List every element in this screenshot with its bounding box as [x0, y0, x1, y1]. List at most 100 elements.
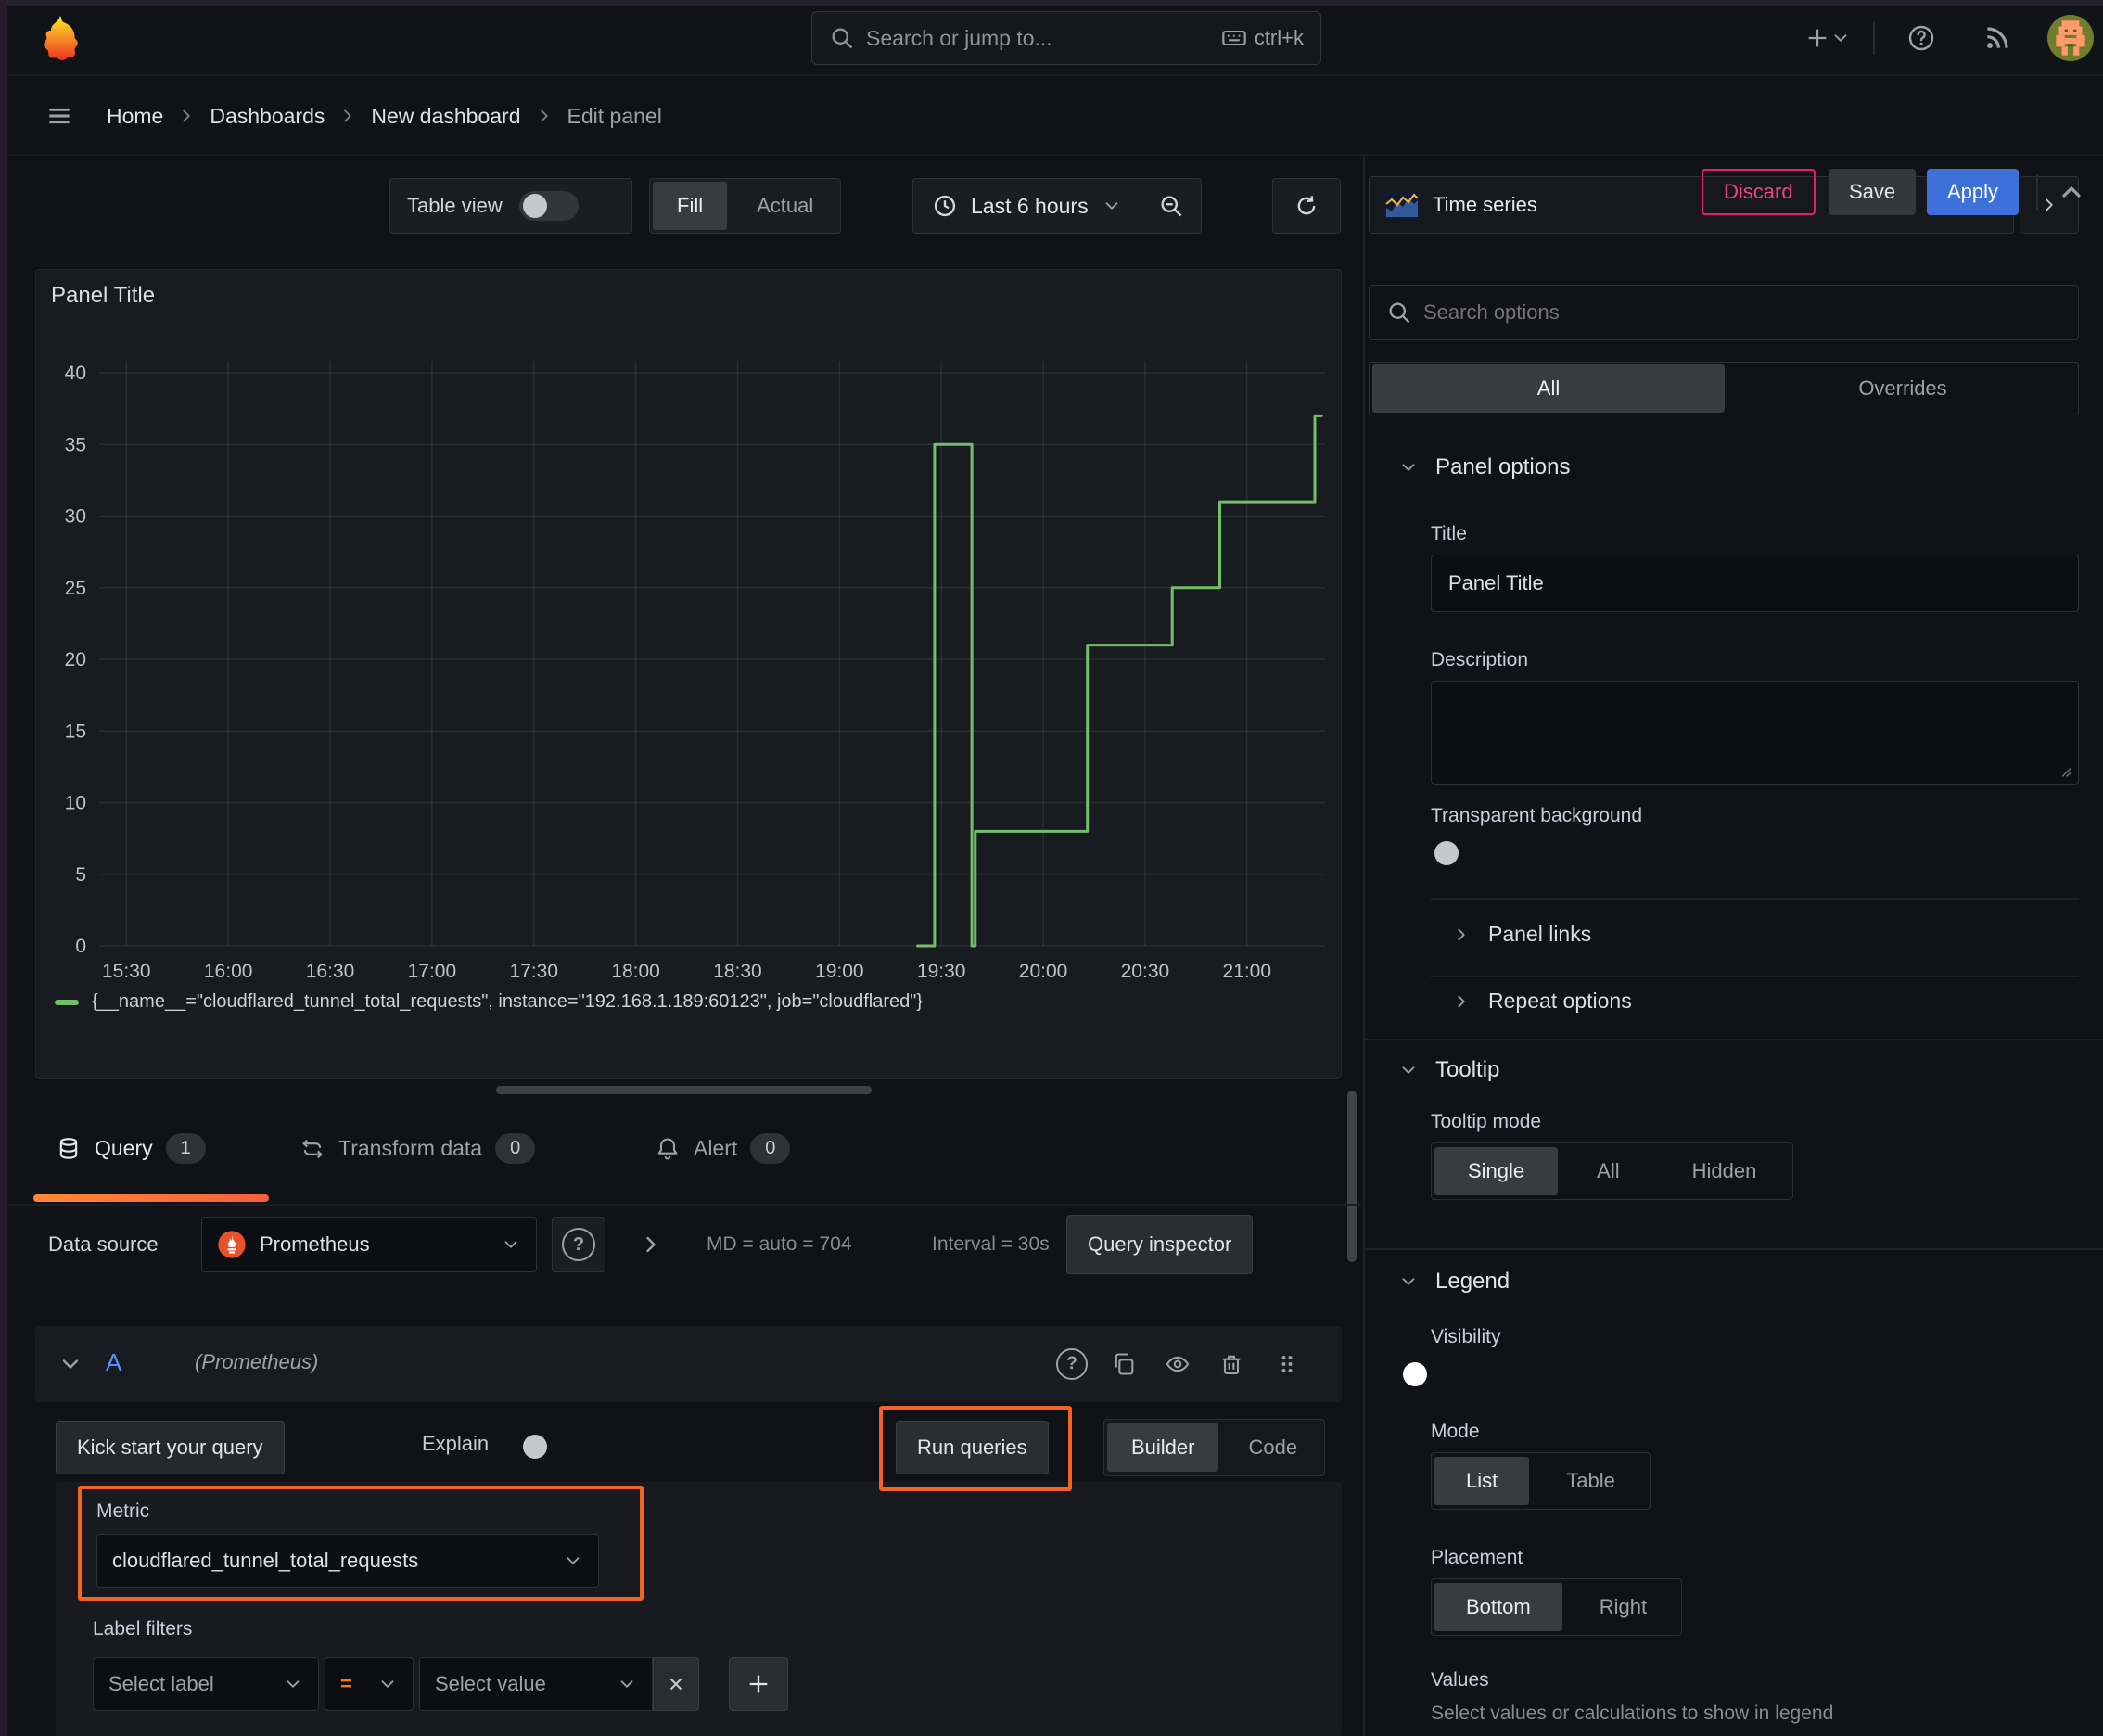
- save-button[interactable]: Save: [1829, 169, 1917, 215]
- panel-title-input[interactable]: [1448, 571, 2061, 595]
- expand-options-icon[interactable]: [638, 1232, 664, 1257]
- explain-label: Explain: [422, 1432, 490, 1455]
- add-filter-button[interactable]: [729, 1657, 788, 1711]
- tab-transform-data[interactable]: Transform data 0: [300, 1133, 536, 1164]
- collapse-query-icon[interactable]: [57, 1351, 83, 1377]
- select-label-dropdown[interactable]: Select label: [93, 1657, 319, 1711]
- code-option[interactable]: Code: [1224, 1423, 1321, 1472]
- placement-bottom[interactable]: Bottom: [1434, 1583, 1562, 1631]
- chevron-down-icon: [1398, 1060, 1419, 1080]
- refresh-icon: [1294, 193, 1319, 219]
- query-inspector-button[interactable]: Query inspector: [1066, 1215, 1254, 1274]
- legend-mode-table[interactable]: Table: [1535, 1457, 1647, 1505]
- tooltip-mode-hidden[interactable]: Hidden: [1659, 1147, 1791, 1195]
- query-help-button[interactable]: ?: [1052, 1344, 1092, 1385]
- svg-text:16:00: 16:00: [204, 961, 253, 982]
- legend-header[interactable]: Legend: [1398, 1269, 1510, 1295]
- datasource-picker[interactable]: Prometheus: [201, 1217, 537, 1272]
- discard-button[interactable]: Discard: [1702, 169, 1816, 215]
- mega-menu-button[interactable]: [39, 96, 80, 136]
- global-search[interactable]: ctrl+k: [811, 11, 1321, 65]
- description-field[interactable]: [1431, 681, 2079, 785]
- panel-resize-handle[interactable]: [496, 1086, 872, 1094]
- actual-option[interactable]: Actual: [733, 182, 837, 230]
- placement-right[interactable]: Right: [1568, 1583, 1678, 1631]
- user-avatar[interactable]: [2047, 15, 2094, 61]
- builder-option[interactable]: Builder: [1107, 1423, 1219, 1472]
- series-label: {__name__="cloudflared_tunnel_total_requ…: [92, 991, 924, 1012]
- run-queries-button[interactable]: Run queries: [896, 1421, 1049, 1474]
- database-icon: [56, 1136, 82, 1162]
- duplicate-query-button[interactable]: [1103, 1344, 1144, 1385]
- delete-query-button[interactable]: [1211, 1344, 1252, 1385]
- plus-icon: [746, 1671, 771, 1697]
- toggle-visibility-button[interactable]: [1157, 1344, 1198, 1385]
- metric-select[interactable]: cloudflared_tunnel_total_requests: [96, 1534, 599, 1588]
- breadcrumb: Home Dashboards New dashboard Edit panel: [107, 76, 662, 156]
- chevron-down-icon: [283, 1674, 303, 1694]
- tooltip-header[interactable]: Tooltip: [1398, 1057, 1499, 1083]
- visualization-picker[interactable]: Time series: [1369, 176, 2014, 234]
- news-button[interactable]: [1977, 18, 2018, 58]
- panel-links-header[interactable]: Panel links: [1451, 922, 1591, 947]
- fill-actual-group: Fill Actual: [649, 178, 842, 234]
- left-pane-scrollbar[interactable]: [1347, 1091, 1357, 1262]
- breadcrumb-dashboards[interactable]: Dashboards: [210, 104, 325, 129]
- breadcrumb-new-dashboard[interactable]: New dashboard: [371, 104, 520, 129]
- filter-overrides-tab[interactable]: Overrides: [1730, 364, 2075, 413]
- global-search-input[interactable]: [866, 25, 1210, 51]
- kick-start-button[interactable]: Kick start your query: [56, 1421, 285, 1474]
- query-ref-id[interactable]: A: [106, 1348, 121, 1377]
- filter-all-tab[interactable]: All: [1372, 364, 1725, 413]
- visibility-label: Visibility: [1431, 1326, 1501, 1347]
- help-button[interactable]: [1901, 18, 1942, 58]
- chevron-down-icon: [563, 1551, 583, 1571]
- time-range-picker[interactable]: Last 6 hours: [913, 179, 1141, 233]
- new-menu-button[interactable]: [1797, 18, 1858, 58]
- fill-option[interactable]: Fill: [653, 182, 728, 230]
- svg-text:19:00: 19:00: [815, 961, 864, 982]
- zoom-out-button[interactable]: [1141, 179, 1201, 233]
- apply-button[interactable]: Apply: [1927, 169, 2020, 215]
- tooltip-mode-single[interactable]: Single: [1434, 1147, 1559, 1195]
- query-datasource-hint: (Prometheus): [195, 1350, 319, 1373]
- metric-label: Metric: [96, 1500, 150, 1522]
- tab-query[interactable]: Query 1: [56, 1133, 206, 1164]
- chart-legend[interactable]: {__name__="cloudflared_tunnel_total_requ…: [55, 991, 923, 1013]
- tab-alert[interactable]: Alert 0: [655, 1133, 791, 1164]
- panel-title-field[interactable]: [1431, 555, 2079, 612]
- table-view-label: Table view: [407, 194, 503, 217]
- svg-text:20:00: 20:00: [1019, 961, 1068, 982]
- active-tab-indicator: [33, 1194, 269, 1202]
- chevron-right-icon: [1451, 925, 1472, 945]
- breadcrumb-edit-panel: Edit panel: [567, 103, 662, 128]
- legend-placement-group: Bottom Right: [1431, 1578, 1683, 1636]
- legend-mode-list[interactable]: List: [1434, 1457, 1530, 1505]
- resize-grip-icon[interactable]: [2054, 760, 2074, 780]
- breadcrumb-home[interactable]: Home: [107, 104, 163, 129]
- repeat-options-header[interactable]: Repeat options: [1451, 989, 1632, 1014]
- drag-query-handle[interactable]: [1267, 1344, 1307, 1385]
- hamburger-icon: [45, 101, 74, 131]
- time-series-chart[interactable]: 0 5 10 15 20 25 30 35 40 15:30 16:00 16:30 17:00 17:3…: [44, 353, 1334, 1002]
- panel-preview: Panel Title 0 5 10 15 20 25 30 35 40 15:30 16:00 16…: [35, 269, 1342, 1079]
- search-options-input[interactable]: [1423, 300, 2061, 325]
- table-view-toggle[interactable]: [518, 191, 579, 221]
- select-value-dropdown[interactable]: Select value: [419, 1657, 653, 1711]
- panel-options-header[interactable]: Panel options: [1398, 454, 1570, 480]
- refresh-button[interactable]: [1272, 178, 1341, 234]
- grafana-logo[interactable]: [37, 13, 83, 66]
- window-edge-left: [0, 0, 7, 1736]
- svg-text:35: 35: [65, 434, 86, 455]
- tooltip-mode-group: Single All Hidden: [1431, 1142, 1794, 1200]
- tooltip-mode-all[interactable]: All: [1563, 1147, 1652, 1195]
- chevron-right-icon: [1451, 991, 1472, 1012]
- search-options-box[interactable]: [1369, 285, 2079, 340]
- svg-text:17:00: 17:00: [408, 961, 457, 982]
- svg-text:20: 20: [65, 649, 86, 670]
- operator-dropdown[interactable]: =: [325, 1657, 414, 1711]
- datasource-help-button[interactable]: ?: [552, 1217, 605, 1272]
- options-filter-tabs: All Overrides: [1369, 362, 2079, 415]
- remove-filter-button[interactable]: [653, 1657, 699, 1711]
- collapse-options-button[interactable]: [2051, 172, 2092, 212]
